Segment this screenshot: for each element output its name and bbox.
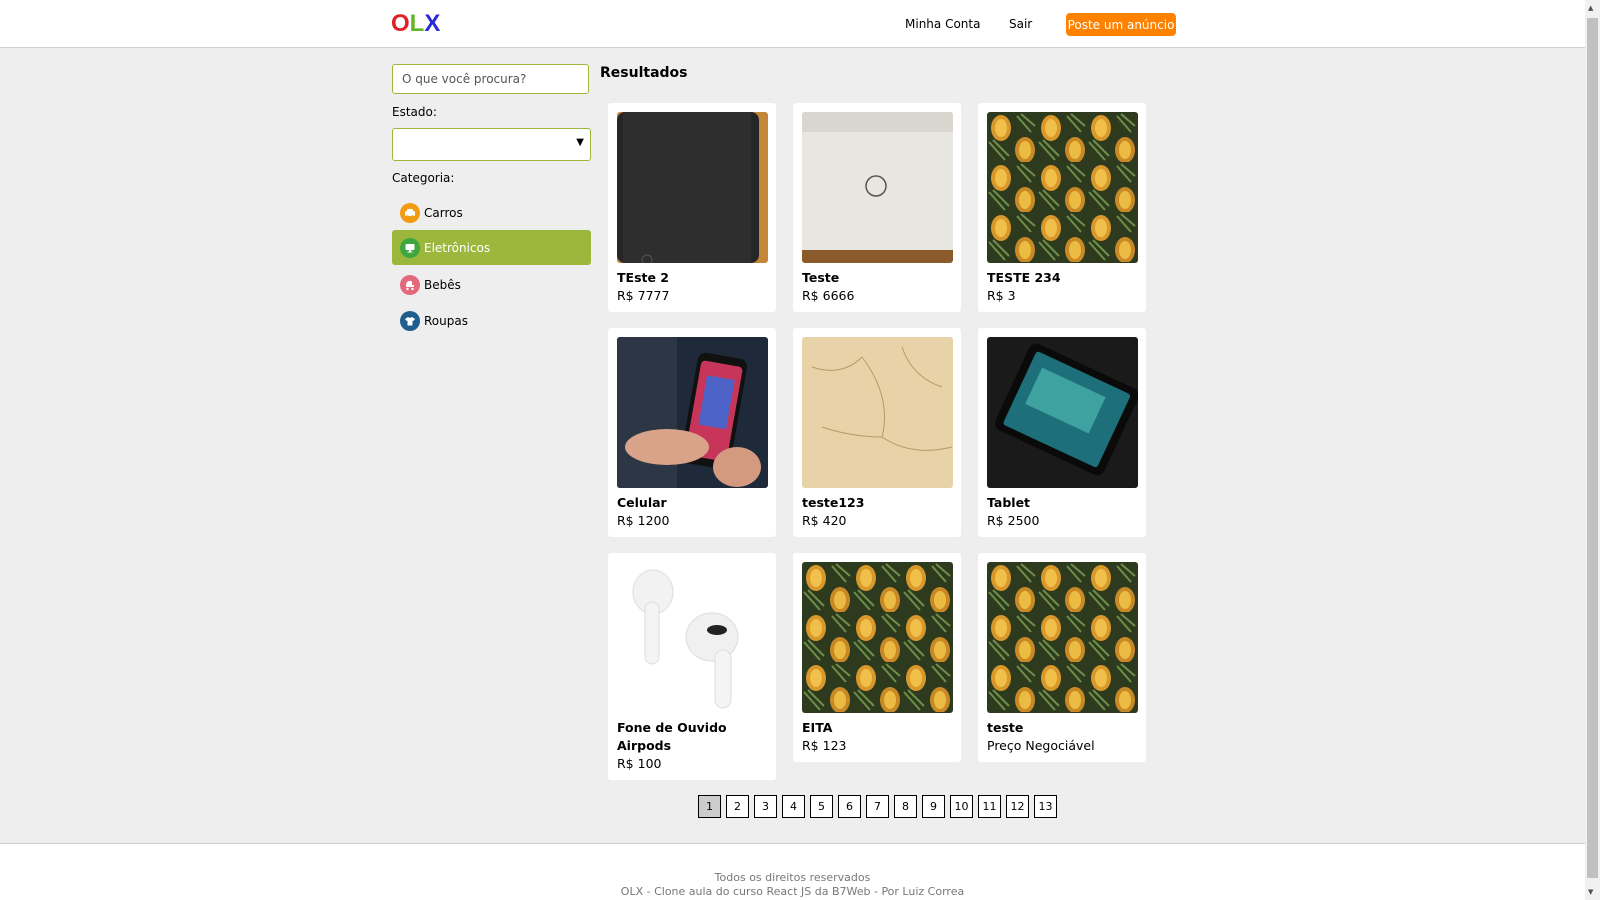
page-button-8[interactable]: 8: [894, 795, 917, 818]
state-label: Estado:: [392, 105, 437, 119]
category-item-roupas[interactable]: Roupas: [392, 303, 591, 338]
page-scrollbar[interactable]: ▲ ▼: [1585, 0, 1600, 900]
category-item-eletronicos[interactable]: Eletrônicos: [392, 230, 591, 265]
product-image-sand: [802, 337, 953, 488]
logout-link[interactable]: Sair: [1009, 17, 1032, 31]
category-label-text: Carros: [424, 205, 463, 220]
product-price: R$ 1200: [617, 513, 670, 528]
page-button-1[interactable]: 1: [698, 795, 721, 818]
post-ad-button[interactable]: Poste um anúncio: [1066, 13, 1176, 36]
product-card[interactable]: Teste R$ 6666: [793, 103, 961, 312]
product-price: R$ 7777: [617, 288, 670, 303]
monitor-icon: [400, 237, 420, 258]
chevron-down-icon: ▼: [576, 137, 584, 148]
product-card[interactable]: Fone de Ouvido Airpods R$ 100: [608, 553, 776, 780]
product-price: R$ 3: [987, 288, 1016, 303]
category-item-bebes[interactable]: Bebês: [392, 267, 591, 302]
top-header: OLX Minha Conta Sair Poste um anúncio: [0, 0, 1585, 48]
category-label: Categoria:: [392, 171, 455, 185]
page-button-2[interactable]: 2: [726, 795, 749, 818]
page-button-11[interactable]: 11: [978, 795, 1001, 818]
page-button-5[interactable]: 5: [810, 795, 833, 818]
product-title: TESTE 234: [987, 270, 1061, 285]
state-select[interactable]: ▼: [392, 128, 591, 161]
product-image-tablet: [987, 337, 1138, 488]
product-price: R$ 123: [802, 738, 847, 753]
product-title: EITA: [802, 720, 833, 735]
page-button-9[interactable]: 9: [922, 795, 945, 818]
logo-letter-l: L: [409, 10, 425, 37]
product-card[interactable]: Tablet R$ 2500: [978, 328, 1146, 537]
car-icon: [400, 202, 420, 223]
category-label-text: Bebês: [424, 277, 461, 292]
page-button-12[interactable]: 12: [1006, 795, 1029, 818]
logo-letter-o: O: [391, 10, 410, 37]
footer-credits: OLX - Clone aula do curso React JS da B7…: [620, 885, 965, 898]
product-title: teste123: [802, 495, 865, 510]
product-card[interactable]: TEste 2 R$ 7777: [608, 103, 776, 312]
product-image-speaker: [617, 112, 768, 263]
product-price: Preço Negociável: [987, 738, 1095, 753]
shirt-icon: [400, 310, 420, 331]
category-label-text: Roupas: [424, 313, 468, 328]
product-card[interactable]: EITA R$ 123: [793, 553, 961, 762]
product-title: Teste: [802, 270, 840, 285]
page-button-4[interactable]: 4: [782, 795, 805, 818]
product-title: TEste 2: [617, 270, 670, 285]
scrollbar-thumb[interactable]: [1587, 18, 1598, 878]
product-card[interactable]: teste Preço Negociável: [978, 553, 1146, 762]
product-image-pineapples: [987, 562, 1138, 713]
page-button-3[interactable]: 3: [754, 795, 777, 818]
page-button-6[interactable]: 6: [838, 795, 861, 818]
product-title: Celular: [617, 495, 667, 510]
category-item-carros[interactable]: Carros: [392, 195, 591, 230]
page-button-10[interactable]: 10: [950, 795, 973, 818]
category-label-text: Eletrônicos: [424, 240, 491, 255]
search-input[interactable]: [392, 64, 589, 94]
footer-copyright: Todos os direitos reservados: [714, 871, 871, 884]
product-card[interactable]: TESTE 234 R$ 3: [978, 103, 1146, 312]
product-price: R$ 420: [802, 513, 847, 528]
page-button-13[interactable]: 13: [1034, 795, 1057, 818]
product-price: R$ 6666: [802, 288, 855, 303]
product-price: R$ 100: [617, 756, 662, 771]
logo-letter-x: X: [424, 10, 441, 37]
product-card[interactable]: Celular R$ 1200: [608, 328, 776, 537]
product-title: Fone de Ouvido Airpods: [617, 720, 727, 753]
product-price: R$ 2500: [987, 513, 1040, 528]
product-image-phone: [617, 337, 768, 488]
page-button-7[interactable]: 7: [866, 795, 889, 818]
product-title: Tablet: [987, 495, 1031, 510]
scroll-up-icon[interactable]: ▲: [1588, 4, 1593, 12]
stroller-icon: [400, 274, 420, 295]
product-image-pineapples: [802, 562, 953, 713]
product-image-laptop: [802, 112, 953, 263]
product-image-airpods: [617, 562, 768, 713]
product-image-pineapples: [987, 112, 1138, 263]
product-title: teste: [987, 720, 1024, 735]
scroll-down-icon[interactable]: ▼: [1588, 888, 1593, 896]
my-account-link[interactable]: Minha Conta: [905, 17, 980, 31]
product-card[interactable]: teste123 R$ 420: [793, 328, 961, 537]
results-title: Resultados: [600, 65, 688, 81]
olx-logo[interactable]: OLX: [391, 10, 440, 38]
